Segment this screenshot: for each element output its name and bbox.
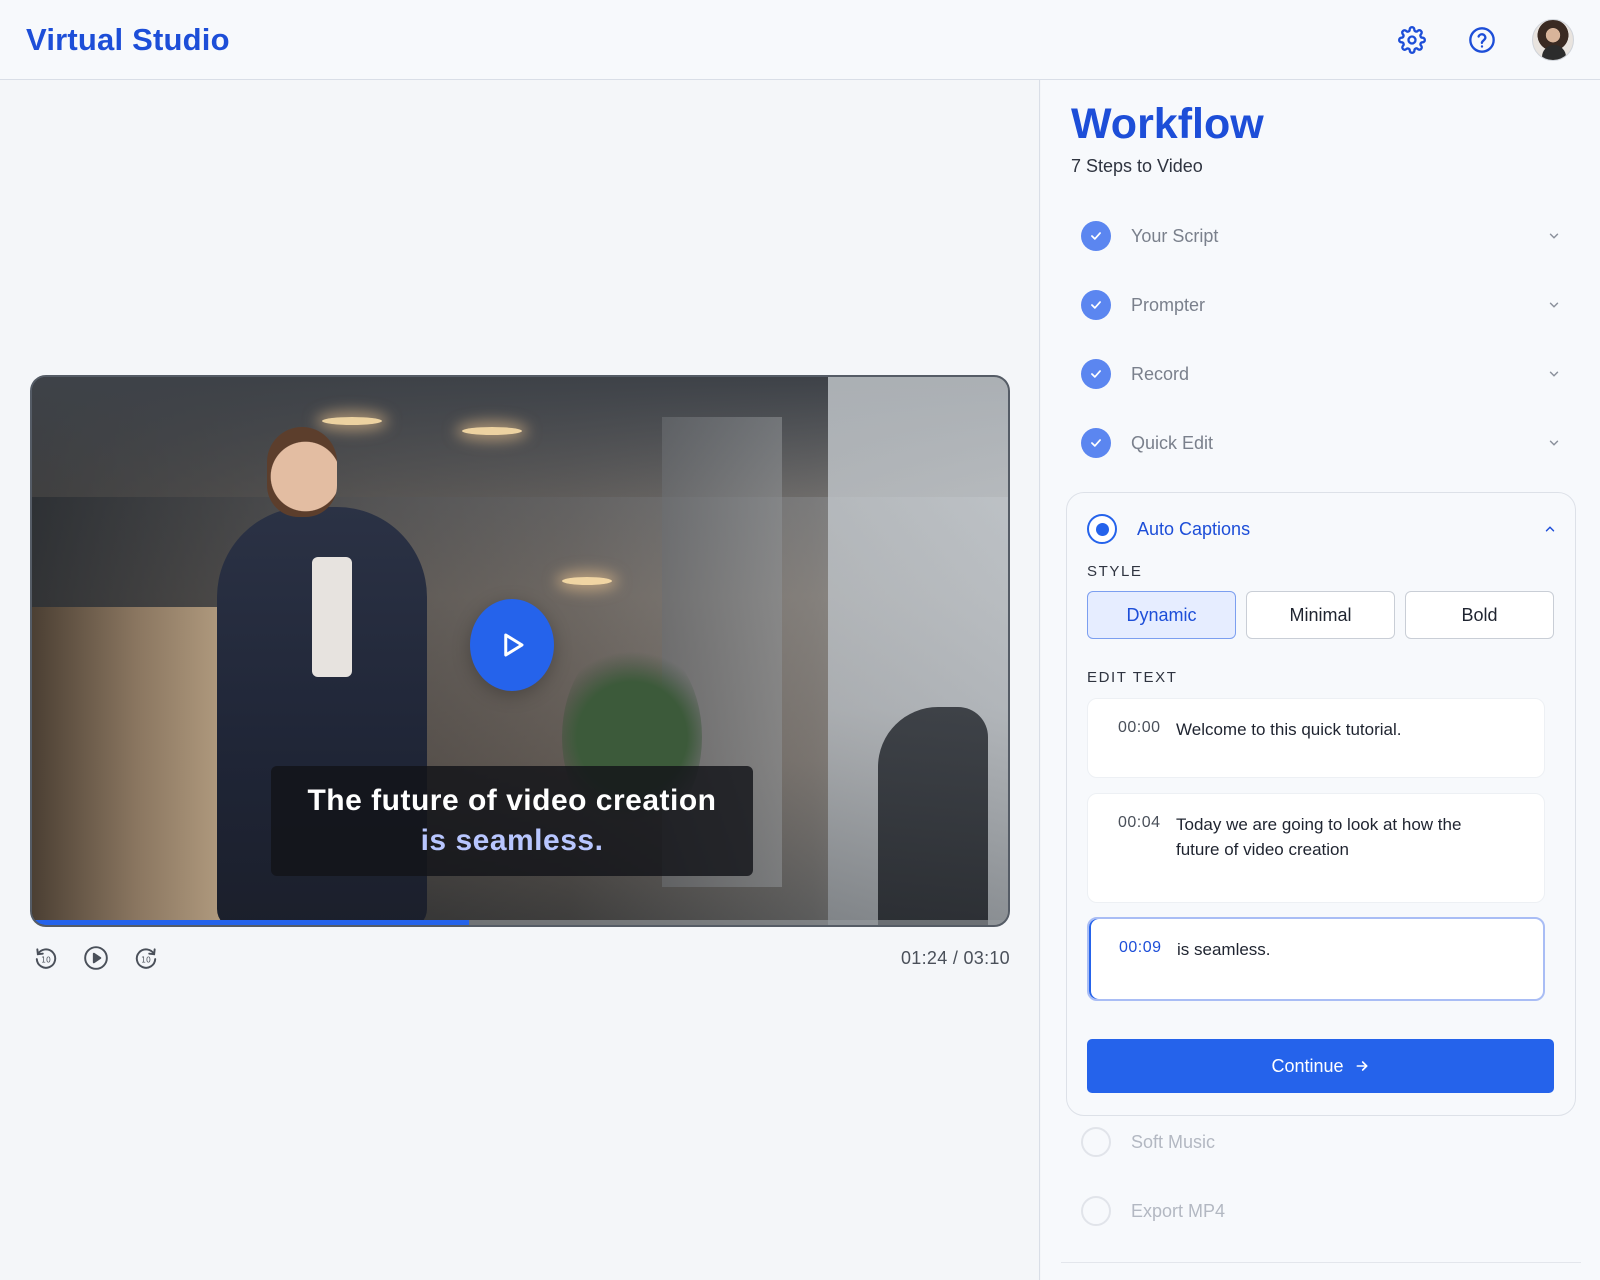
rewind-10-icon: 10: [35, 948, 57, 969]
top-bar: Virtual Studio: [0, 0, 1600, 80]
arrow-right-icon: [1356, 1061, 1367, 1071]
player-controls: 10 10 01:24 / 03:10: [30, 938, 1010, 978]
caption-text[interactable]: Today we are going to look at how the fu…: [1176, 812, 1506, 902]
style-option-dynamic[interactable]: Dynamic: [1087, 591, 1236, 639]
step-your-script[interactable]: Your Script: [1081, 216, 1561, 256]
chevron-down-icon: [1549, 371, 1559, 377]
scene-light: [462, 427, 522, 435]
workflow-subtitle: 7 Steps to Video: [1071, 156, 1203, 176]
header-actions: [1392, 18, 1574, 61]
style-section-label: STYLE: [1087, 563, 1143, 580]
caption-timestamp: 00:04: [1118, 814, 1161, 831]
pending-step-circle-icon: [1081, 1127, 1111, 1157]
settings-button[interactable]: [1392, 20, 1432, 60]
scene-podium: [32, 607, 222, 925]
step-record[interactable]: Record: [1081, 354, 1561, 394]
step-prompter[interactable]: Prompter: [1081, 285, 1561, 325]
step-export-mp4[interactable]: Export MP4: [1081, 1191, 1561, 1231]
timecode: 01:24 / 03:10: [901, 947, 1010, 968]
caption-text[interactable]: Welcome to this quick tutorial.: [1176, 717, 1402, 777]
workflow-panel: Workflow 7 Steps to Video Your Script Pr…: [1041, 80, 1600, 1280]
play-button-large[interactable]: [470, 599, 554, 691]
caption-row-active[interactable]: 00:09 is seamless.: [1087, 917, 1545, 1001]
caption-timestamp: 00:00: [1118, 719, 1161, 736]
video-preview[interactable]: The future of video creation is seamless…: [30, 375, 1010, 927]
user-avatar[interactable]: [1532, 18, 1574, 61]
scene-light: [322, 417, 382, 425]
caption-overlay: The future of video creation is seamless…: [271, 766, 753, 876]
rewind-10-button[interactable]: 10: [32, 944, 60, 972]
check-icon: [1081, 221, 1111, 251]
caption-line-2: is seamless.: [420, 824, 604, 857]
caption-line-1: The future of video creation: [307, 784, 717, 817]
svg-text:10: 10: [41, 955, 51, 964]
caption-timestamp: 00:09: [1119, 939, 1162, 956]
continue-button[interactable]: Continue: [1087, 1039, 1554, 1093]
step-soft-music[interactable]: Soft Music: [1081, 1122, 1561, 1162]
edit-text-section-label: EDIT TEXT: [1087, 669, 1178, 686]
caption-row[interactable]: 00:04 Today we are going to look at how …: [1087, 793, 1545, 903]
chevron-down-icon: [1549, 440, 1559, 446]
caption-text[interactable]: is seamless.: [1177, 937, 1271, 999]
step-label: Your Script: [1131, 225, 1219, 246]
chevron-down-icon: [1549, 302, 1559, 308]
divider: [1061, 1262, 1581, 1263]
presenter-shirt: [312, 557, 352, 677]
help-button[interactable]: [1462, 20, 1502, 60]
check-icon: [1081, 290, 1111, 320]
chevron-up-icon: [1545, 526, 1555, 532]
step-auto-captions[interactable]: Auto Captions: [1087, 511, 1557, 547]
step-label: Record: [1131, 363, 1190, 384]
step-label: Auto Captions: [1137, 518, 1251, 539]
playback-buttons: 10 10: [30, 944, 160, 972]
play-circle-icon: [84, 946, 108, 970]
active-step-radio-icon: [1087, 514, 1117, 544]
caption-style-selector: Dynamic Minimal Bold: [1087, 591, 1554, 639]
progress-bar[interactable]: [32, 920, 1008, 925]
scene-light: [562, 577, 612, 585]
step-quick-edit[interactable]: Quick Edit: [1081, 423, 1561, 463]
continue-label: Continue: [1271, 1055, 1344, 1076]
style-option-bold[interactable]: Bold: [1405, 591, 1554, 639]
check-icon: [1081, 428, 1111, 458]
step-label: Export MP4: [1131, 1200, 1226, 1221]
player-pane: The future of video creation is seamless…: [0, 80, 1040, 1280]
step-label: Quick Edit: [1131, 432, 1214, 453]
forward-10-icon: 10: [135, 948, 157, 969]
check-icon: [1081, 359, 1111, 389]
play-button[interactable]: [82, 944, 110, 972]
caption-row[interactable]: 00:00 Welcome to this quick tutorial.: [1087, 698, 1545, 778]
play-icon: [504, 633, 524, 657]
svg-text:10: 10: [141, 955, 151, 964]
style-option-minimal[interactable]: Minimal: [1246, 591, 1395, 639]
auto-captions-panel: Auto Captions STYLE Dynamic Minimal Bold…: [1066, 492, 1576, 1116]
chevron-down-icon: [1549, 233, 1559, 239]
workflow-title: Workflow: [1071, 100, 1264, 148]
forward-10-button[interactable]: 10: [132, 944, 160, 972]
presenter-head: [267, 427, 337, 517]
help-icon: [1469, 26, 1495, 53]
step-label: Soft Music: [1131, 1131, 1216, 1152]
progress-fill: [32, 920, 470, 925]
gear-icon: [1398, 25, 1426, 54]
scene-audience: [878, 707, 988, 925]
pending-step-circle-icon: [1081, 1196, 1111, 1226]
step-label: Prompter: [1131, 294, 1206, 315]
app-title: Virtual Studio: [26, 21, 230, 57]
